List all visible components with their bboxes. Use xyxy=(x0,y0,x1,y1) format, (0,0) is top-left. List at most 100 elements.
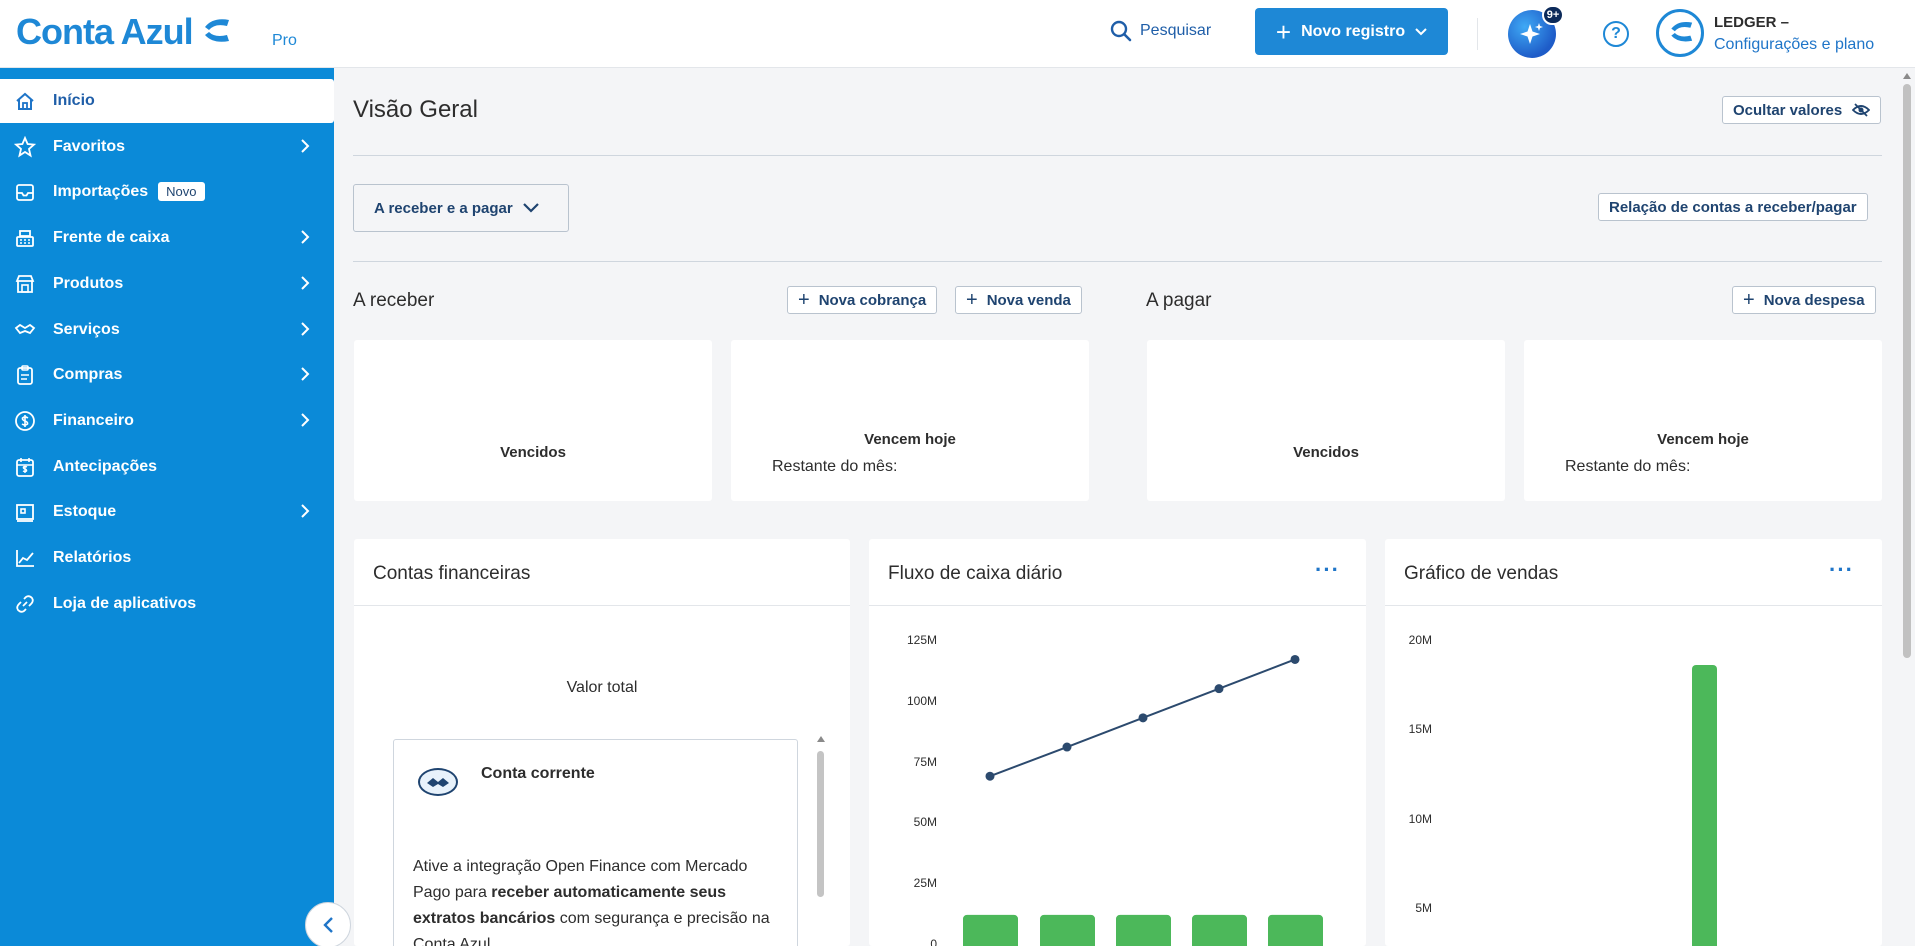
accounts-relation-button[interactable]: Relação de contas a receber/pagar xyxy=(1598,193,1868,221)
scroll-thumb[interactable] xyxy=(817,751,824,897)
divider xyxy=(353,261,1882,262)
store-icon xyxy=(14,273,36,295)
cashflow-bar[interactable] xyxy=(1116,914,1171,946)
overdue-label: Vencidos xyxy=(1293,444,1359,461)
overdue-label: Vencidos xyxy=(500,444,566,461)
sparkle-icon xyxy=(1520,23,1543,44)
settings-plan-link[interactable]: Configurações e plano xyxy=(1714,36,1874,54)
rest-of-month-label: Restante do mês: xyxy=(1565,458,1691,475)
new-charge-label: Nova cobrança xyxy=(818,291,927,309)
search-button[interactable]: Pesquisar xyxy=(1110,20,1211,42)
plus-icon: + xyxy=(1743,289,1755,311)
sidebar-item-label: Serviços xyxy=(53,320,120,338)
cashflow-point[interactable] xyxy=(1062,742,1072,752)
page-title: Visão Geral xyxy=(353,96,478,123)
notification-badge: 9+ xyxy=(1542,5,1564,25)
account-avatar[interactable] xyxy=(1656,9,1704,57)
sidebar-item-frente-de-caixa[interactable]: Frente de caixa xyxy=(0,216,334,260)
eye-slash-icon xyxy=(1852,103,1871,117)
chevron-right-icon xyxy=(301,138,310,153)
help-button[interactable]: ? xyxy=(1603,21,1629,47)
cashflow-bar[interactable] xyxy=(1268,914,1323,946)
handshake-icon xyxy=(14,319,36,341)
sidebar-item-financeiro[interactable]: Financeiro xyxy=(0,399,334,443)
sidebar-item-compras[interactable]: Compras xyxy=(0,353,334,397)
sidebar-item-label: Produtos xyxy=(53,274,124,292)
payable-overdue-card[interactable]: Vencidos xyxy=(1147,340,1505,501)
divider xyxy=(353,155,1882,156)
page-scrollbar[interactable] xyxy=(1899,68,1915,946)
accounts-scrollbar[interactable] xyxy=(815,729,825,946)
scroll-thumb[interactable] xyxy=(1903,84,1911,658)
due-today-label: Vencem hoje xyxy=(864,431,956,448)
new-expense-button[interactable]: + Nova despesa xyxy=(1732,286,1876,314)
account-name: LEDGER – xyxy=(1714,14,1790,31)
sidebar-item-importações[interactable]: Importações Novo xyxy=(0,170,334,214)
checking-account-card[interactable]: Conta corrente Ative a integração Open F… xyxy=(393,739,798,946)
header-divider xyxy=(1477,18,1478,50)
daily-cashflow-panel: Fluxo de caixa diário ··· 0 25M 50M 75M 100M… xyxy=(869,539,1366,946)
open-finance-message: Ative a integração Open Finance com Merc… xyxy=(413,858,770,946)
sidebar-item-label: Frente de caixa xyxy=(53,229,170,247)
sidebar-item-antecipações[interactable]: Antecipações xyxy=(0,445,334,489)
rest-of-month-label: Restante do mês: xyxy=(772,458,898,475)
cashflow-point[interactable] xyxy=(1138,713,1148,723)
cashflow-bar[interactable] xyxy=(1192,914,1247,946)
sidebar-item-loja-de-aplicativos[interactable]: Loja de aplicativos xyxy=(0,582,334,626)
sidebar-item-estoque[interactable]: Estoque xyxy=(0,490,334,534)
new-expense-label: Nova despesa xyxy=(1763,291,1865,309)
payable-title: A pagar xyxy=(1146,290,1212,311)
total-value-label: Valor total xyxy=(566,679,638,696)
financial-accounts-panel: Contas financeiras Valor total Conta cor… xyxy=(354,539,850,946)
top-bar: Conta Azul Pro Pesquisar + Novo registro… xyxy=(0,0,1915,68)
new-charge-button[interactable]: + Nova cobrança xyxy=(787,286,938,314)
payable-due-today-card[interactable]: Vencem hoje Restante do mês: xyxy=(1524,340,1882,501)
hide-values-button[interactable]: Ocultar valores xyxy=(1722,96,1882,124)
sidebar-item-serviços[interactable]: Serviços xyxy=(0,308,334,352)
inventory-icon xyxy=(14,501,36,523)
new-sale-label: Nova venda xyxy=(986,291,1071,309)
logo[interactable]: Conta Azul xyxy=(16,11,231,52)
cashflow-point[interactable] xyxy=(985,771,995,781)
sidebar-item-label: Estoque xyxy=(53,503,117,521)
chevron-right-icon xyxy=(301,413,310,427)
new-record-label: Novo registro xyxy=(1301,22,1406,40)
plus-icon: + xyxy=(798,289,810,311)
cashflow-point[interactable] xyxy=(1290,654,1300,664)
cashflow-bar[interactable] xyxy=(963,914,1018,946)
cashflow-bar[interactable] xyxy=(1040,914,1095,946)
sales-chart xyxy=(1692,664,1717,946)
sidebar-item-label: Favoritos xyxy=(53,137,126,155)
scroll-up-icon xyxy=(817,736,825,742)
panel-title: Contas financeiras xyxy=(373,563,531,584)
sidebar-item-início[interactable]: Início xyxy=(0,79,334,123)
chevron-left-icon xyxy=(323,917,333,933)
inbox-icon xyxy=(14,181,36,203)
receivable-payable-dropdown[interactable]: A receber e a pagar xyxy=(353,184,569,232)
sales-chart-panel: Gráfico de vendas ··· 5M 10M 15M 20M xyxy=(1385,539,1882,946)
sidebar-item-favoritos[interactable]: Favoritos xyxy=(0,125,334,169)
new-record-button[interactable]: + Novo registro xyxy=(1255,8,1448,55)
chevron-down-icon xyxy=(522,203,539,213)
chevron-right-icon xyxy=(301,276,310,290)
receivable-due-today-card[interactable]: Vencem hoje Restante do mês: xyxy=(731,340,1089,501)
plan-label: Pro xyxy=(272,32,297,49)
plus-icon: + xyxy=(966,289,978,311)
chevron-right-icon xyxy=(301,504,310,519)
clipboard-icon xyxy=(14,364,36,386)
sidebar-item-produtos[interactable]: Produtos xyxy=(0,262,334,306)
cashflow-chart xyxy=(963,654,1323,946)
due-today-label: Vencem hoje xyxy=(1657,431,1749,448)
new-sale-button[interactable]: + Nova venda xyxy=(955,286,1082,314)
dropdown-label: A receber e a pagar xyxy=(374,199,513,217)
sales-bar[interactable] xyxy=(1692,664,1717,946)
account-logo-icon xyxy=(1671,22,1693,42)
star-icon xyxy=(14,135,36,158)
chevron-down-icon xyxy=(1415,27,1427,35)
collapse-sidebar-button[interactable] xyxy=(305,902,351,946)
chevron-right-icon xyxy=(301,321,310,336)
sidebar-item-relatórios[interactable]: Relatórios xyxy=(0,536,334,580)
receivable-overdue-card[interactable]: Vencidos xyxy=(354,340,712,501)
chevron-right-icon xyxy=(301,367,310,381)
cashflow-point[interactable] xyxy=(1214,684,1224,694)
